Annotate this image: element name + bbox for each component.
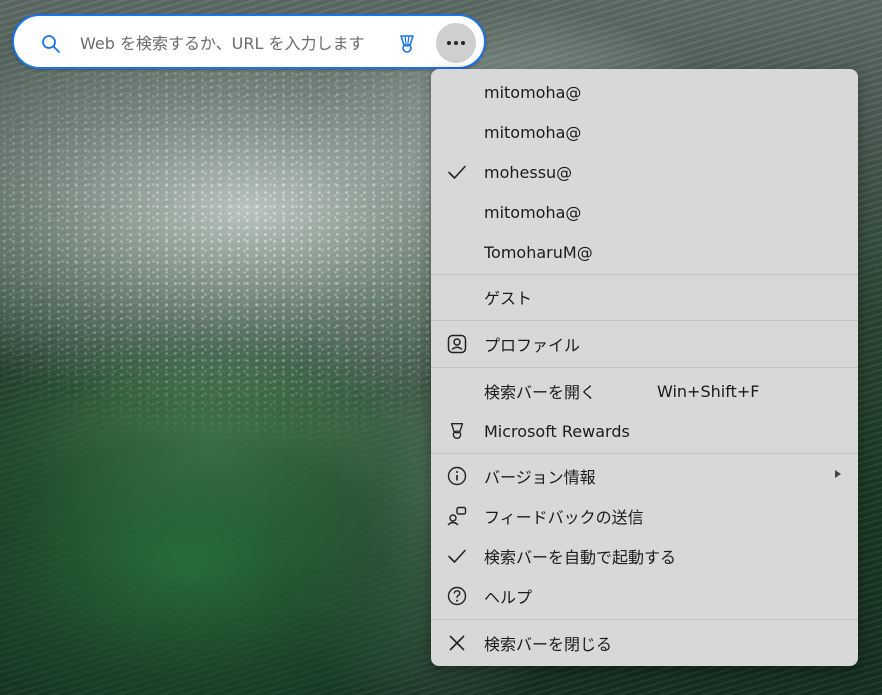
version-info-label: バージョン情報 [484,468,596,487]
guest-label: ゲスト [484,289,533,308]
trophy-icon [447,421,467,441]
menu-divider [431,453,858,454]
more-dots-icon [447,41,465,45]
profile-icon [447,334,467,354]
keyboard-shortcut: Win+Shift+F [657,381,760,401]
menu-item-feedback[interactable]: フィードバックの送信 [431,496,858,536]
profile-label: プロファイル [484,336,581,355]
menu-item-account-4[interactable]: mitomoha@ [431,192,858,232]
rewards-label: Microsoft Rewards [484,421,630,441]
account-label: mitomoha@ [484,202,582,222]
feedback-label: フィードバックの送信 [484,508,644,527]
menu-item-guest[interactable]: ゲスト [431,277,858,317]
account-label: mitomoha@ [484,82,582,102]
menu-item-account-3[interactable]: mohessu@ [431,152,858,192]
menu-item-account-2[interactable]: mitomoha@ [431,112,858,152]
options-menu: mitomoha@ mitomoha@ mohessu@ mitomoha@ T… [431,69,858,666]
checkmark-icon [447,546,467,566]
feedback-icon [447,506,467,526]
auto-start-label: 検索バーを自動で起動する [484,548,677,567]
search-icon [42,35,60,53]
menu-item-version-info[interactable]: バージョン情報 [431,456,858,496]
menu-item-account-5[interactable]: TomoharuM@ [431,232,858,272]
menu-item-microsoft-rewards[interactable]: Microsoft Rewards [431,411,858,451]
account-label: TomoharuM@ [484,242,593,262]
search-input[interactable] [78,29,372,57]
open-search-bar-label: 検索バーを開く [484,383,597,402]
more-options-button[interactable] [436,23,476,63]
trophy-icon[interactable] [396,33,418,55]
menu-divider [431,274,858,275]
submenu-arrow-icon [835,470,841,478]
menu-item-help[interactable]: ヘルプ [431,576,858,616]
checkmark-icon [447,162,467,182]
info-icon [447,466,467,486]
menu-divider [431,320,858,321]
menu-divider [431,619,858,620]
account-label: mohessu@ [484,162,573,182]
menu-item-close-search-bar[interactable]: 検索バーを閉じる [431,623,858,663]
help-label: ヘルプ [484,588,533,607]
menu-divider [431,367,858,368]
account-label: mitomoha@ [484,122,582,142]
menu-item-account-1[interactable]: mitomoha@ [431,72,858,112]
menu-item-profile[interactable]: プロファイル [431,324,858,364]
close-icon [447,633,467,653]
menu-item-auto-start[interactable]: 検索バーを自動で起動する [431,536,858,576]
close-search-bar-label: 検索バーを閉じる [484,635,613,654]
help-icon [447,586,467,606]
menu-item-open-search-bar[interactable]: 検索バーを開く Win+Shift+F [431,371,858,411]
search-bar [12,14,486,69]
